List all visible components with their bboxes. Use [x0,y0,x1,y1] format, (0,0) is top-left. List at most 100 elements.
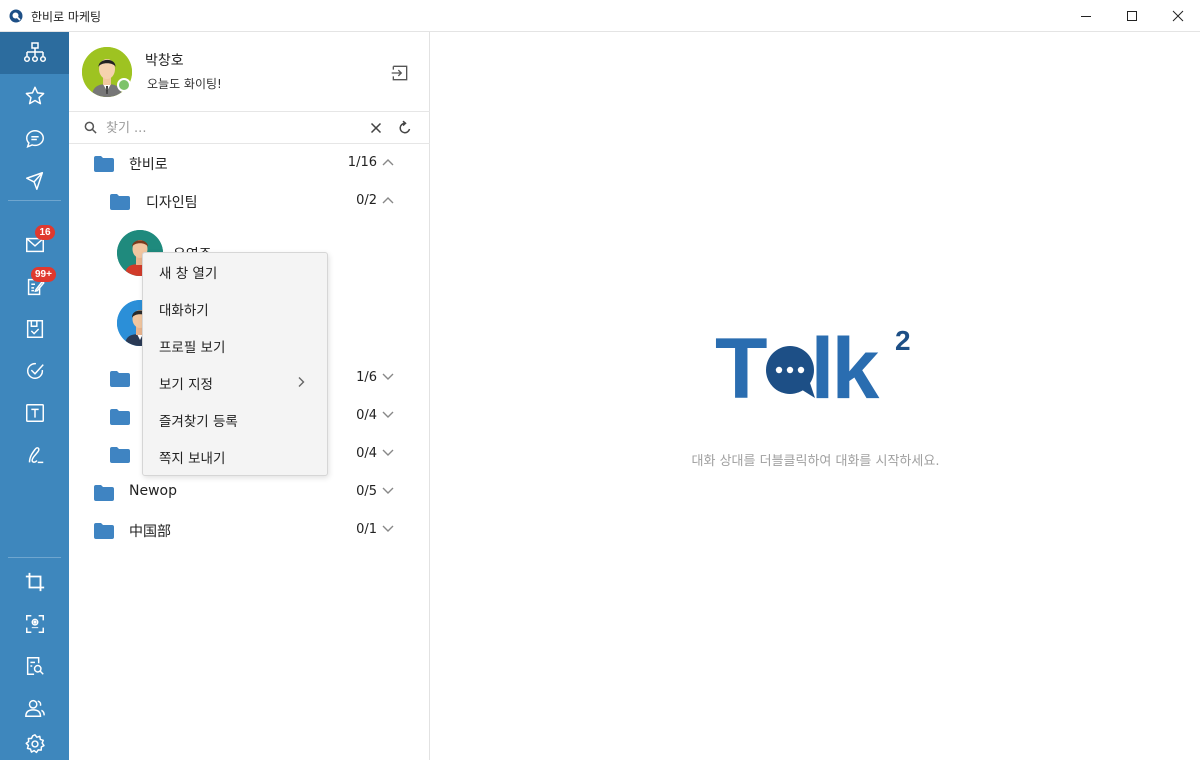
logo-letters-lk: lk [811,322,880,402]
my-status-message[interactable]: 오늘도 화이팅! [147,75,222,92]
window-title: 한비로 마케팅 [31,10,102,24]
rail-tasks[interactable] [0,350,69,392]
search-icon [84,121,97,134]
menu-item-label: 보기 지정 [159,377,213,393]
rail-favorites[interactable] [0,75,69,117]
gear-icon [24,734,45,754]
menu-item-chat[interactable]: 대화하기 [143,290,327,327]
rail-capture[interactable] [0,561,69,603]
tree-group-china[interactable]: 中国部 0/1 [69,511,430,549]
chevron-down-icon[interactable] [382,449,394,457]
document-stamp-icon [26,320,43,338]
group-label: 한비로 [129,157,168,173]
online-status-indicator [117,78,131,92]
my-name: 박창호 [145,53,184,69]
screen-record-icon [25,615,44,633]
folder-icon [110,447,130,463]
text-box-icon [25,404,44,422]
maximize-button[interactable] [1109,0,1155,31]
start-chat-hint: 대화 상대를 더블클릭하여 대화를 시작하세요. [691,454,940,469]
clear-search-icon[interactable] [368,120,384,136]
chat-bubble-icon [25,130,44,149]
menu-item-label: 새 창 열기 [159,266,218,282]
logout-icon [391,65,408,81]
menu-item-view-setting[interactable]: 보기 지정 [143,364,327,401]
rail-chat[interactable] [0,118,69,160]
menu-item-label: 대화하기 [159,303,209,319]
logo-letter-t: T [715,322,767,402]
menu-item-open-new-window[interactable]: 새 창 열기 [143,253,327,290]
tree-group-hanbiro[interactable]: 한비로 1/16 [69,144,430,182]
group-online-count: 0/5 [356,484,377,499]
rail-sign[interactable] [0,434,69,476]
chevron-down-icon[interactable] [382,525,394,533]
title-bar: 한비로 마케팅 [0,0,1200,32]
signature-icon [28,447,43,464]
group-online-count: 1/6 [356,370,377,385]
menu-item-send-note[interactable]: 쪽지 보내기 [143,438,327,475]
board-count-badge: 99+ [31,267,56,282]
chat-bubble-logo-icon [766,346,815,398]
app-logo-icon [9,9,23,23]
group-online-count: 0/1 [356,522,377,537]
tree-group-newop[interactable]: Newop 0/5 [69,473,430,511]
search-bar [69,112,430,144]
folder-icon [110,409,130,425]
talk2-logo: Tlk 2 [715,322,911,402]
rail-approval[interactable] [0,308,69,350]
refresh-icon[interactable] [397,120,413,136]
minimize-icon [1081,15,1091,17]
group-label: 디자인팀 [146,195,198,211]
chevron-up-icon[interactable] [382,158,394,166]
chevron-down-icon[interactable] [382,487,394,495]
chevron-down-icon[interactable] [382,411,394,419]
logo-superscript: 2 [895,325,911,356]
paper-send-icon [25,172,43,190]
group-online-count: 0/4 [356,446,377,461]
folder-icon [110,194,130,210]
conversation-area: Tlk 2 대화 상대를 더블클릭하여 대화를 시작하세요. [431,32,1200,760]
chevron-up-icon[interactable] [382,196,394,204]
search-input[interactable] [106,118,356,138]
users-icon [24,699,45,717]
group-online-count: 1/16 [347,155,377,170]
mail-count-badge: 16 [35,225,55,240]
context-menu: 새 창 열기 대화하기 프로필 보기 보기 지정 즐겨찾기 등록 쪽지 보내기 [142,252,328,476]
org-chart-icon [23,42,46,63]
group-label: 中国部 [129,524,171,540]
rail-search-docs[interactable] [0,645,69,687]
rail-divider [8,200,61,201]
rail-text[interactable] [0,392,69,434]
menu-item-add-favorite[interactable]: 즐겨찾기 등록 [143,401,327,438]
group-online-count: 0/4 [356,408,377,423]
crop-icon [25,572,44,592]
menu-item-label: 프로필 보기 [159,340,226,356]
star-icon [25,86,44,105]
logout-button[interactable] [388,61,412,85]
rail-send[interactable] [0,160,69,202]
menu-item-view-profile[interactable]: 프로필 보기 [143,327,327,364]
close-icon [1172,10,1184,21]
tree-group-design[interactable]: 디자인팀 0/2 [69,182,430,220]
folder-icon [94,485,114,501]
group-online-count: 0/2 [356,193,377,208]
rail-organization[interactable] [0,32,69,74]
menu-item-label: 쪽지 보내기 [159,451,226,467]
task-check-icon [26,362,44,380]
folder-icon [94,523,114,539]
group-label: Newop [129,483,177,499]
rail-settings[interactable] [0,723,69,765]
chevron-right-icon [298,377,305,387]
menu-item-label: 즐겨찾기 등록 [159,414,238,430]
rail-divider-bottom [8,557,61,558]
document-search-icon [26,657,44,675]
chevron-down-icon[interactable] [382,373,394,381]
folder-icon [94,156,114,172]
my-profile: 박창호 오늘도 화이팅! [69,32,430,112]
maximize-icon [1127,10,1137,21]
rail-record[interactable] [0,603,69,645]
navigation-rail: 16 99+ [0,32,69,760]
close-window-button[interactable] [1155,0,1200,31]
minimize-button[interactable] [1063,0,1109,31]
folder-icon [110,371,130,387]
